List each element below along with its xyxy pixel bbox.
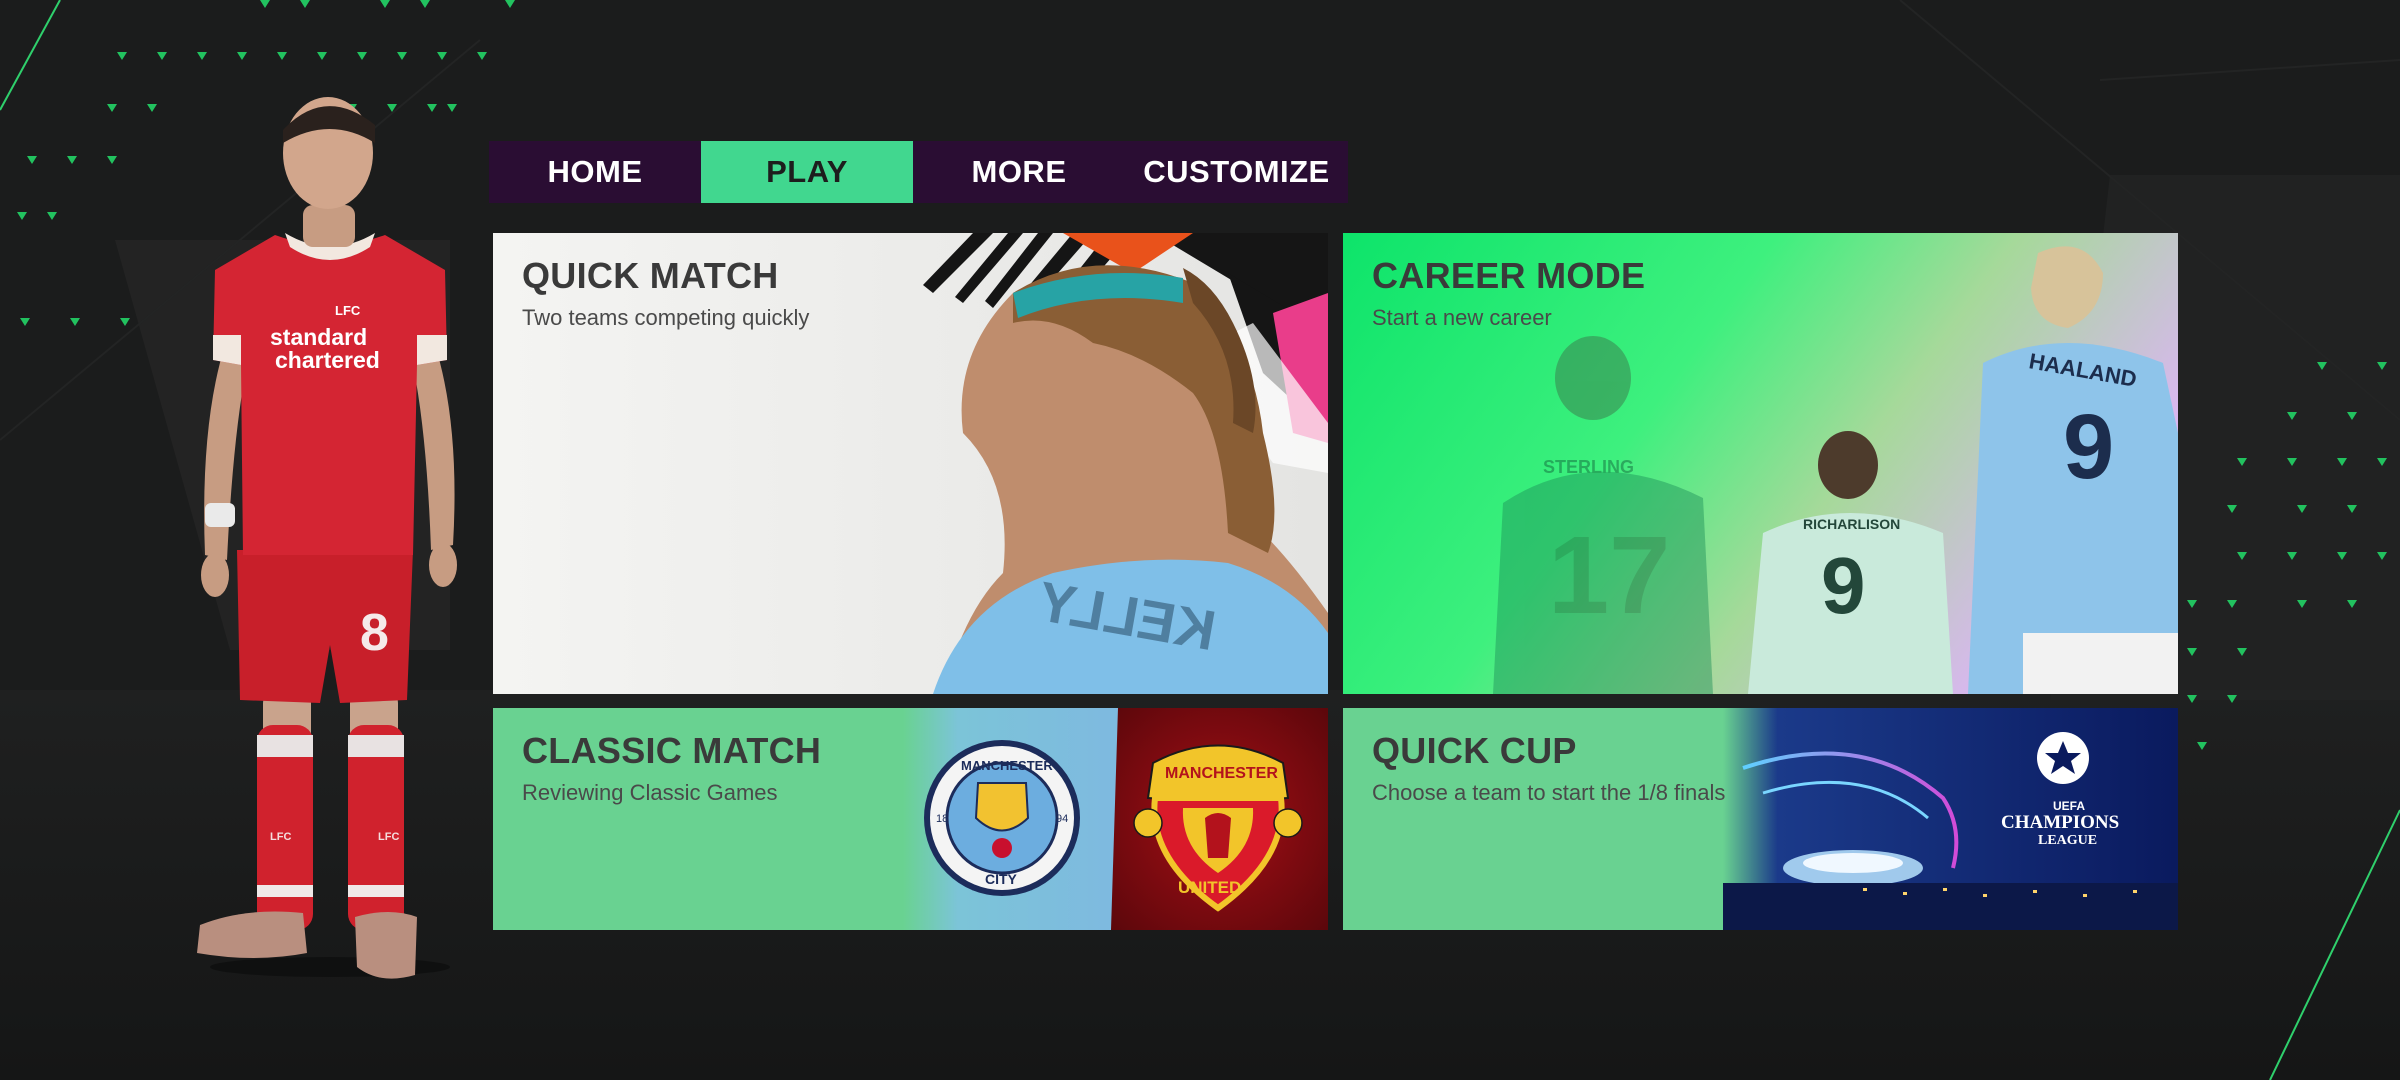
city-crest-top-text: MANCHESTER	[961, 758, 1053, 773]
sock-crest-left: LFC	[270, 831, 291, 843]
classic-match-title: CLASSIC MATCH	[522, 730, 822, 771]
shirt-crest: LFC	[335, 303, 361, 318]
quick-match-subtitle: Two teams competing quickly	[522, 305, 810, 330]
quick-cup-title: QUICK CUP	[1372, 730, 1577, 771]
city-crest-bottom-text: CITY	[985, 871, 1018, 887]
quick-match-title: QUICK MATCH	[522, 255, 779, 296]
classic-match-subtitle: Reviewing Classic Games	[522, 780, 778, 805]
united-crest-bottom-text: UNITED	[1178, 878, 1241, 897]
ucl-logo-line3: LEAGUE	[2038, 833, 2097, 848]
quick-match-card[interactable]: KELLY QUICK MATCH Two teams competing qu…	[493, 233, 1328, 694]
city-crest-year-left: 18	[936, 813, 948, 825]
career-mode-artwork: 17 STERLING 9 RICHARLISON 9 HAALAND	[1343, 233, 2178, 694]
dot-pattern-right	[2187, 362, 2387, 750]
tab-more[interactable]: MORE	[913, 141, 1125, 203]
shirt-number-left: 17	[1548, 514, 1670, 637]
career-mode-title: CAREER MODE	[1372, 255, 1646, 296]
sock-crest-right: LFC	[378, 831, 399, 843]
shirt-number-mid: 9	[1821, 541, 1866, 630]
tab-play[interactable]: PLAY	[701, 141, 913, 203]
classic-match-card[interactable]: MANCHESTER CITY 18 94 MANCHESTER UNITED …	[493, 708, 1328, 930]
shirt-sponsor-line2: chartered	[275, 347, 380, 373]
player-avatar: LFC LFC 8 standard chartered LFC	[197, 97, 457, 979]
quick-cup-card[interactable]: UEFA CHAMPIONS LEAGUE QUICK CUP Choose a…	[1343, 708, 2178, 930]
tab-customize[interactable]: CUSTOMIZE	[1125, 141, 1348, 203]
career-mode-subtitle: Start a new career	[1372, 305, 1552, 330]
main-tab-bar: HOME PLAY MORE CUSTOMIZE	[489, 141, 1348, 203]
ucl-logo-line1: UEFA	[2053, 799, 2085, 813]
quick-match-artwork: KELLY	[493, 233, 1328, 694]
city-crest-year-right: 94	[1056, 813, 1068, 825]
shorts-number: 8	[360, 604, 389, 662]
shirt-number-right: 9	[2063, 396, 2114, 498]
united-crest-top-text: MANCHESTER	[1165, 765, 1278, 782]
tab-home[interactable]: HOME	[489, 141, 701, 203]
shirt-name-mid: RICHARLISON	[1803, 516, 1900, 532]
shirt-name-left: STERLING	[1543, 457, 1634, 477]
career-mode-card[interactable]: 17 STERLING 9 RICHARLISON 9 HAALAND CARE…	[1343, 233, 2178, 694]
ucl-logo-line2: CHAMPIONS	[2001, 812, 2119, 833]
quick-cup-subtitle: Choose a team to start the 1/8 finals	[1372, 780, 1726, 805]
